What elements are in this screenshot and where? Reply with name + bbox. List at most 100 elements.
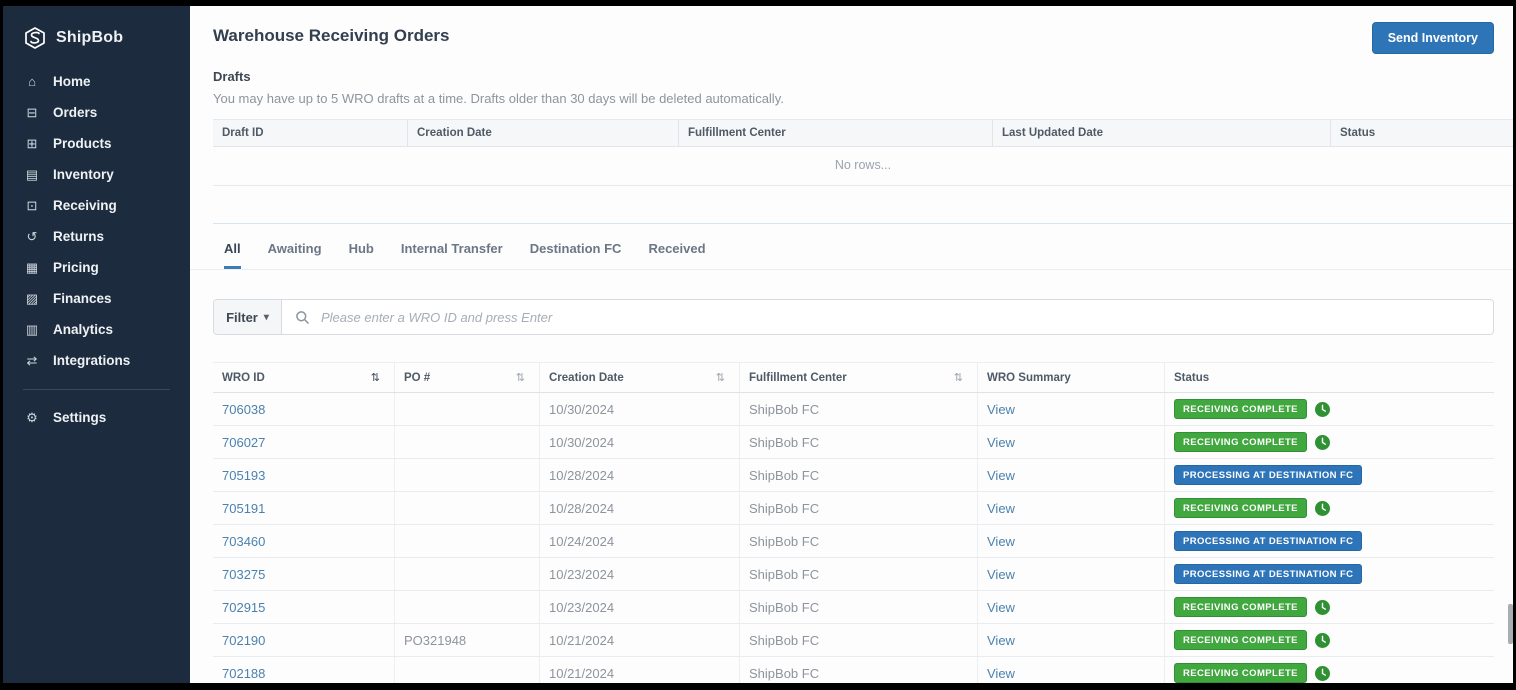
brand-logo[interactable]: ShipBob: [3, 20, 190, 66]
view-link[interactable]: View: [987, 600, 1015, 615]
orders-column-fulfillment-center[interactable]: Fulfillment Center⇅: [740, 363, 978, 392]
creation-date: 10/24/2024: [540, 525, 740, 557]
view-link[interactable]: View: [987, 567, 1015, 582]
drafts-note: You may have up to 5 WRO drafts at a tim…: [213, 91, 1494, 106]
clock-icon: [1315, 633, 1330, 648]
view-link[interactable]: View: [987, 468, 1015, 483]
status-badge: RECEIVING COMPLETE: [1174, 663, 1307, 683]
view-link[interactable]: View: [987, 534, 1015, 549]
filter-dropdown-button[interactable]: Filter ▾: [214, 300, 282, 334]
view-link[interactable]: View: [987, 435, 1015, 450]
returns-icon: ↺: [24, 230, 40, 243]
drafts-column-last-updated-date: Last Updated Date: [993, 120, 1331, 146]
orders-icon: ⊟: [24, 106, 40, 119]
drafts-table: Draft IDCreation DateFulfillment CenterL…: [213, 119, 1513, 186]
fulfillment-center: ShipBob FC: [740, 558, 978, 590]
sidebar-nav: ⌂Home ⊟ Orders ⊞Products▤Inventory⊡Receivin…: [3, 66, 190, 376]
pricing-icon: ▦: [24, 261, 40, 274]
sidebar-item-receiving[interactable]: ⊡Receiving: [3, 190, 190, 221]
creation-date: 10/23/2024: [540, 558, 740, 590]
sidebar-item-products[interactable]: ⊞Products: [3, 128, 190, 159]
filter-bar: Filter ▾: [213, 299, 1494, 335]
tab-all[interactable]: All: [224, 241, 241, 269]
table-row: 70602710/30/2024ShipBob FCViewRECEIVING …: [213, 426, 1494, 459]
clock-icon: [1315, 666, 1330, 681]
status-badge: RECEIVING COMPLETE: [1174, 630, 1307, 650]
home-icon: ⌂: [24, 75, 40, 88]
gear-icon: ⚙: [24, 411, 40, 424]
drafts-section-title: Drafts: [213, 69, 1494, 84]
sidebar-item-home[interactable]: ⌂Home: [3, 66, 190, 97]
send-inventory-button[interactable]: Send Inventory: [1372, 22, 1494, 54]
fulfillment-center: ShipBob FC: [740, 492, 978, 524]
view-link[interactable]: View: [987, 402, 1015, 417]
sort-icon[interactable]: ⇅: [716, 371, 725, 384]
drafts-table-header: Draft IDCreation DateFulfillment CenterL…: [213, 119, 1513, 147]
table-row: 70291510/23/2024ShipBob FCViewRECEIVING …: [213, 591, 1494, 624]
tab-hub[interactable]: Hub: [349, 241, 374, 269]
view-link[interactable]: View: [987, 501, 1015, 516]
tab-internal-transfer[interactable]: Internal Transfer: [401, 241, 503, 269]
wro-id-link[interactable]: 706038: [222, 402, 265, 417]
sidebar-item-integrations[interactable]: ⇄Integrations: [3, 345, 190, 376]
fulfillment-center: ShipBob FC: [740, 591, 978, 623]
filter-button-label: Filter: [226, 310, 258, 325]
fulfillment-center: ShipBob FC: [740, 624, 978, 656]
orders-column-wro-id[interactable]: WRO ID⇅: [213, 363, 395, 392]
sidebar-item-inventory[interactable]: ▤Inventory: [3, 159, 190, 190]
sidebar-item-label: Products: [53, 136, 112, 151]
sidebar-item-settings[interactable]: ⚙Settings: [3, 402, 190, 433]
orders-column-creation-date[interactable]: Creation Date⇅: [540, 363, 740, 392]
sort-icon[interactable]: ⇅: [954, 371, 963, 384]
app-window: ShipBob ⌂Home ⊟ Orders ⊞Products▤Inventory⊡…: [3, 6, 1513, 683]
sidebar-item-label: Finances: [53, 291, 112, 306]
wro-id-link[interactable]: 703460: [222, 534, 265, 549]
fulfillment-center: ShipBob FC: [740, 426, 978, 458]
tab-destination-fc[interactable]: Destination FC: [530, 241, 622, 269]
table-row: 70218810/21/2024ShipBob FCViewRECEIVING …: [213, 657, 1494, 683]
shipbob-logo-icon: [23, 26, 47, 50]
creation-date: 10/28/2024: [540, 492, 740, 524]
drafts-column-status: Status: [1331, 120, 1513, 146]
drafts-column-draft-id: Draft ID: [213, 120, 408, 146]
view-link[interactable]: View: [987, 633, 1015, 648]
tab-received[interactable]: Received: [648, 241, 705, 269]
drafts-column-creation-date: Creation Date: [408, 120, 679, 146]
sidebar-item-finances[interactable]: ▨Finances: [3, 283, 190, 314]
clock-icon: [1315, 600, 1330, 615]
wro-id-link[interactable]: 705191: [222, 501, 265, 516]
vertical-scrollbar[interactable]: [1508, 604, 1513, 644]
search-box: [282, 300, 1493, 334]
sidebar-item-label: Orders: [53, 105, 97, 120]
creation-date: 10/30/2024: [540, 426, 740, 458]
drafts-column-fulfillment-center: Fulfillment Center: [679, 120, 993, 146]
orders-table-header: WRO ID⇅PO #⇅Creation Date⇅Fulfillment Ce…: [213, 362, 1494, 393]
status-badge: PROCESSING AT DESTINATION FC: [1174, 465, 1362, 485]
chevron-down-icon: ▾: [264, 312, 269, 323]
orders-column-po-[interactable]: PO #⇅: [395, 363, 540, 392]
sidebar-item-pricing[interactable]: ▦Pricing: [3, 252, 190, 283]
wro-id-link[interactable]: 705193: [222, 468, 265, 483]
sort-icon[interactable]: ⇅: [516, 371, 525, 384]
view-link[interactable]: View: [987, 666, 1015, 681]
column-label: WRO Summary: [987, 372, 1071, 384]
creation-date: 10/23/2024: [540, 591, 740, 623]
po-number: [395, 492, 540, 524]
wro-id-link[interactable]: 706027: [222, 435, 265, 450]
orders-column-status: Status: [1165, 363, 1494, 392]
wro-id-link[interactable]: 702915: [222, 600, 265, 615]
sort-icon[interactable]: ⇅: [371, 371, 380, 384]
inventory-icon: ▤: [24, 168, 40, 181]
sidebar-item-orders[interactable]: ⊟ Orders: [3, 97, 190, 128]
sidebar-item-label: Returns: [53, 229, 104, 244]
sidebar-item-returns[interactable]: ↺ Returns: [3, 221, 190, 252]
sidebar-settings-nav: ⚙Settings: [3, 402, 190, 433]
search-icon: [295, 310, 310, 325]
page-title: Warehouse Receiving Orders: [213, 26, 1494, 46]
wro-id-link[interactable]: 703275: [222, 567, 265, 582]
wro-id-link[interactable]: 702190: [222, 633, 265, 648]
tab-awaiting[interactable]: Awaiting: [268, 241, 322, 269]
wro-search-input[interactable]: [319, 309, 1493, 326]
sidebar-item-analytics[interactable]: ▥Analytics: [3, 314, 190, 345]
wro-id-link[interactable]: 702188: [222, 666, 265, 681]
